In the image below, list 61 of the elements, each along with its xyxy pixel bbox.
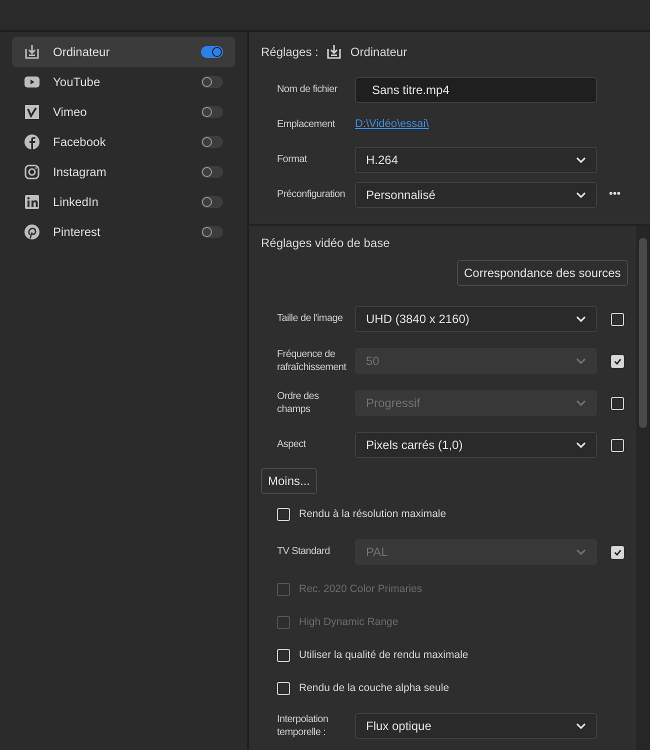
destination-item[interactable]: Facebook	[12, 127, 235, 157]
toggle-switch[interactable]	[201, 46, 223, 58]
less-button[interactable]: Moins...	[261, 468, 318, 494]
caret-icon	[576, 358, 586, 364]
check-icon	[613, 548, 622, 556]
f-icon	[24, 134, 40, 150]
field-label: Nom de fichier	[277, 82, 338, 96]
settings-title: Réglages :	[261, 44, 318, 61]
checkbox-label: Rendu à la résolution maximale	[299, 506, 446, 522]
toggle-switch[interactable]	[201, 106, 223, 118]
toggle-switch[interactable]	[201, 226, 223, 238]
v-icon	[24, 104, 40, 120]
camera-icon	[24, 164, 40, 180]
caret-icon	[576, 192, 586, 198]
caret-icon	[576, 316, 586, 322]
play-icon	[24, 74, 40, 90]
dropdown[interactable]: Flux optique	[355, 713, 597, 739]
download-icon	[326, 44, 342, 60]
dropdown[interactable]: UHD (3840 x 2160)	[355, 306, 597, 332]
caret-icon	[576, 549, 586, 555]
check-icon	[613, 356, 622, 366]
field-label: Emplacement	[277, 118, 336, 132]
field-label: Ordre des champs	[277, 390, 320, 416]
scrollbar[interactable]	[636, 226, 650, 750]
caret-icon	[576, 400, 586, 406]
toggle-switch[interactable]	[201, 76, 223, 88]
field-label: Fréquence de rafraîchissement	[277, 348, 348, 374]
field-label: Interpolation temporelle :	[277, 712, 330, 740]
dropdown[interactable]: Pixels carrés (1,0)	[355, 432, 597, 458]
checkbox-label: Utiliser la qualité de rendu maximale	[299, 648, 468, 663]
toggle-switch[interactable]	[201, 196, 223, 208]
destination-item[interactable]: Ordinateur	[12, 37, 235, 67]
checkbox-label: Rec. 2020 Color Primaries	[299, 582, 422, 597]
filename-field[interactable]: Sans titre.mp4	[355, 76, 597, 102]
field-label: Taille de l'image	[277, 312, 344, 326]
in-icon	[24, 194, 40, 210]
checkbox-label: High Dynamic Range	[299, 614, 398, 630]
dropdown[interactable]: H.264	[355, 146, 597, 172]
caret-icon	[576, 723, 586, 729]
field-label: Format	[277, 152, 308, 166]
location-link[interactable]: D:\Vidéo\essai\	[355, 116, 429, 133]
dropdown[interactable]: Personnalisé	[355, 182, 597, 208]
field-label: TV Standard	[277, 545, 331, 559]
more-button[interactable]: •••	[609, 186, 621, 203]
destination-item[interactable]: LinkedIn	[12, 187, 235, 217]
caret-icon	[576, 156, 586, 162]
section-title: Réglages vidéo de base	[261, 235, 391, 252]
destination-item[interactable]: YouTube	[12, 67, 235, 97]
toggle-switch[interactable]	[201, 166, 223, 178]
toggle-switch[interactable]	[201, 136, 223, 148]
checkbox-label: Rendu de la couche alpha seule	[299, 680, 450, 696]
field-label: Aspect	[277, 438, 307, 452]
caret-icon	[576, 442, 586, 448]
match-source-button[interactable]: Correspondance des sources	[457, 260, 628, 286]
pin-icon	[24, 224, 40, 240]
destination-item[interactable]: Instagram	[12, 157, 235, 187]
field-label: Préconfiguration	[277, 188, 346, 202]
destination-item[interactable]: Vimeo	[12, 97, 235, 127]
destination-item[interactable]: Pinterest	[12, 217, 235, 247]
destination-name: Ordinateur	[350, 44, 408, 61]
download-icon	[24, 44, 40, 60]
